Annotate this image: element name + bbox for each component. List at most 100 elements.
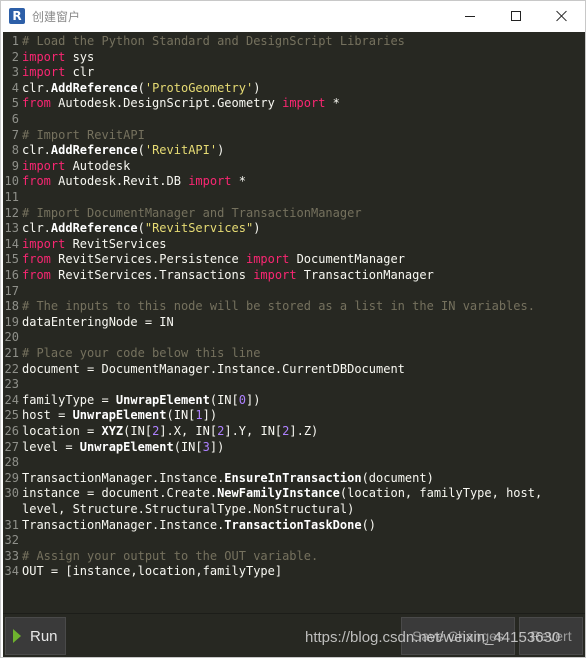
code-line[interactable]: 25 host = UnwrapElement(IN[1]): [3, 407, 585, 423]
code-line[interactable]: 33 # Assign your output to the OUT variab…: [3, 548, 585, 564]
code-token-text: ].Y, IN[: [224, 424, 283, 438]
code-token-keyword: from: [22, 96, 51, 111]
code-token-text: ): [253, 80, 261, 95]
code-token-string: "RevitServices": [144, 221, 254, 236]
code-token-text: (: [137, 143, 145, 158]
code-token-text: ].X, IN[: [159, 424, 218, 438]
code-token-text: location =: [22, 424, 102, 438]
code-token-text: (): [361, 517, 377, 532]
code-token-text: (IN[: [166, 408, 196, 423]
line-number: 4: [11, 80, 19, 95]
code-token-func: AddReference: [50, 221, 138, 236]
code-line[interactable]: 27 level = UnwrapElement(IN[3]): [3, 439, 585, 455]
code-line[interactable]: 10 from Autodesk.Revit.DB import *: [3, 173, 585, 189]
code-text: familyType = UnwrapElement(IN[0]): [22, 392, 260, 408]
code-token-text: RevitServices: [65, 236, 167, 251]
code-line[interactable]: 31 TransactionManager.Instance.Transactio…: [3, 517, 585, 533]
line-number: 13: [4, 221, 19, 236]
code-text: from RevitServices.Persistence import Do…: [22, 251, 405, 267]
code-token-text: dataEnteringNode = IN: [22, 314, 174, 329]
code-line[interactable]: 11: [3, 189, 585, 205]
line-number: 27: [4, 439, 19, 454]
code-line[interactable]: 30 instance = document.Create.NewFamilyIn…: [3, 485, 585, 501]
code-token-text: (: [137, 221, 145, 236]
code-line[interactable]: 22 document = DocumentManager.Instance.Cu…: [3, 361, 585, 377]
code-text: clr.AddReference('RevitAPI'): [22, 142, 224, 158]
code-editor[interactable]: 1 # Load the Python Standard and DesignSc…: [3, 32, 585, 613]
code-line[interactable]: 4 clr.AddReference('ProtoGeometry'): [3, 80, 585, 96]
line-number: 23: [4, 377, 19, 392]
code-line[interactable]: 18 # The inputs to this node will be stor…: [3, 298, 585, 314]
code-token-keyword: from: [22, 252, 51, 267]
code-token-string: 'ProtoGeometry': [144, 80, 254, 95]
code-line[interactable]: 3 import clr: [3, 64, 585, 80]
code-line[interactable]: 20: [3, 329, 585, 345]
code-token-text: level, Structure.StructuralType.NonStruc…: [22, 502, 355, 516]
code-token-text: clr.: [22, 221, 51, 236]
line-number: 2: [11, 49, 19, 64]
code-line[interactable]: 7 # Import RevitAPI: [3, 127, 585, 143]
code-text: TransactionManager.Instance.TransactionT…: [22, 517, 376, 533]
maximize-button[interactable]: [493, 1, 539, 31]
code-text: # Import DocumentManager and Transaction…: [22, 205, 362, 221]
code-token-text: sys: [65, 49, 95, 64]
minimize-icon: [465, 15, 475, 17]
code-line[interactable]: 29 TransactionManager.Instance.EnsureInTr…: [3, 470, 585, 486]
code-token-text: RevitServices.Persistence: [50, 252, 246, 267]
code-line[interactable]: 34 OUT = [instance,location,familyType]: [3, 563, 585, 579]
code-text: import sys: [22, 49, 94, 65]
code-line[interactable]: 5 from Autodesk.DesignScript.Geometry imp…: [3, 95, 585, 111]
save-changes-button[interactable]: Save Changes: [401, 617, 515, 655]
code-token-text: Autodesk: [65, 158, 131, 173]
code-line[interactable]: 23: [3, 376, 585, 392]
title-bar[interactable]: R 创建窗户: [1, 1, 585, 31]
code-token-number: 1: [195, 408, 203, 423]
code-line[interactable]: 9 import Autodesk: [3, 158, 585, 174]
code-line[interactable]: 13 clr.AddReference("RevitServices"): [3, 220, 585, 236]
code-line[interactable]: 14 import RevitServices: [3, 236, 585, 252]
code-token-keyword: import: [253, 268, 297, 282]
line-number: 29: [4, 470, 19, 485]
code-token-func: UnwrapElement: [115, 392, 210, 407]
code-token-number: 3: [202, 439, 210, 454]
minimize-button[interactable]: [447, 1, 493, 31]
code-line[interactable]: 21 # Place your code below this line: [3, 345, 585, 361]
code-line[interactable]: 32: [3, 532, 585, 548]
code-line[interactable]: 12 # Import DocumentManager and Transacti…: [3, 205, 585, 221]
code-token-text: clr.: [22, 80, 51, 95]
code-line[interactable]: 28: [3, 454, 585, 470]
code-token-keyword: from: [22, 174, 51, 189]
line-number: 7: [11, 127, 19, 142]
line-number: 11: [4, 190, 19, 204]
code-line[interactable]: 16 from RevitServices.Transactions import…: [3, 267, 585, 283]
code-token-text: ): [217, 143, 225, 158]
code-text: level = UnwrapElement(IN[3]): [22, 439, 224, 455]
code-line[interactable]: 24 familyType = UnwrapElement(IN[0]): [3, 392, 585, 408]
code-token-comment: # The inputs to this node will be stored…: [22, 299, 535, 314]
code-line[interactable]: 8 clr.AddReference('RevitAPI'): [3, 142, 585, 158]
code-line[interactable]: 26 location = XYZ(IN[2].X, IN[2].Y, IN[2]…: [3, 423, 585, 439]
line-number: 28: [4, 455, 19, 470]
code-text: from Autodesk.Revit.DB import *: [22, 173, 246, 189]
code-token-text: (IN[: [209, 392, 239, 407]
close-button[interactable]: [539, 1, 585, 31]
code-token-text: level =: [22, 439, 80, 454]
code-token-func: AddReference: [50, 80, 138, 95]
code-line[interactable]: level, Structure.StructuralType.NonStruc…: [3, 501, 585, 517]
line-number: 20: [4, 330, 19, 345]
code-line[interactable]: 2 import sys: [3, 49, 585, 65]
code-token-keyword: import: [22, 65, 66, 80]
code-line[interactable]: 15 from RevitServices.Persistence import …: [3, 251, 585, 267]
code-line[interactable]: 6: [3, 111, 585, 127]
run-button[interactable]: Run: [5, 617, 66, 655]
revert-button[interactable]: Revert: [519, 617, 583, 655]
code-text: OUT = [instance,location,familyType]: [22, 563, 282, 579]
line-number: 10: [4, 174, 19, 189]
code-line[interactable]: 1 # Load the Python Standard and DesignSc…: [3, 33, 585, 49]
code-line[interactable]: 19 dataEnteringNode = IN: [3, 314, 585, 330]
code-text: clr.AddReference("RevitServices"): [22, 220, 260, 236]
code-line[interactable]: 17: [3, 283, 585, 299]
code-token-keyword: import: [22, 236, 66, 251]
code-token-text: Autodesk.DesignScript.Geometry: [50, 96, 283, 111]
editor-toolbar: Run Save Changes Revert https://blog.csd…: [3, 613, 585, 657]
